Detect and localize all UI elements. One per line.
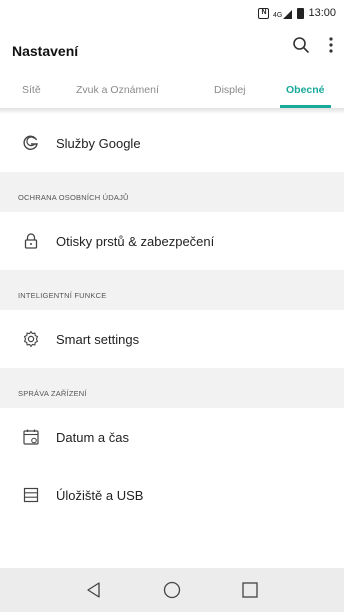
section-header-smart: INTELIGENTNÍ FUNKCE [0, 270, 344, 310]
list-item-storage[interactable]: Úložiště a USB [0, 466, 344, 524]
app-bar: Nastavení [0, 26, 344, 76]
page-title: Nastavení [12, 43, 79, 59]
navigation-bar [0, 568, 344, 612]
recents-icon[interactable] [241, 581, 259, 599]
list-item-label: Smart settings [56, 331, 140, 347]
tab-display[interactable]: Displej [214, 76, 246, 108]
tab-bar: Sítě Zvuk a Oznámení Displej Obecné [0, 76, 344, 108]
list-item-label: Datum a čas [56, 429, 129, 445]
search-icon[interactable] [292, 36, 310, 54]
tab-general[interactable]: Obecné [280, 76, 330, 108]
settings-list: Služby Google OCHRANA OSOBNÍCH ÚDAJŮ Oti… [0, 114, 344, 524]
tab-site[interactable]: Sítě [22, 76, 41, 108]
list-item-label: Úložiště a USB [56, 487, 144, 503]
google-icon [22, 134, 40, 152]
section-header-privacy: OCHRANA OSOBNÍCH ÚDAJŮ [0, 172, 344, 212]
status-time: 13:00 [308, 7, 336, 19]
calendar-icon [22, 428, 40, 446]
list-item-label: Otisky prstů & zabezpečení [56, 233, 215, 249]
tab-sound[interactable]: Zvuk a Oznámení [76, 76, 159, 108]
list-item-label: Služby Google [56, 135, 141, 151]
section-header-device: SPRÁVA ZAŘÍZENÍ [0, 368, 344, 408]
list-item-fingerprint[interactable]: Otisky prstů & zabezpečení [0, 212, 344, 270]
list-item-google[interactable]: Služby Google [0, 114, 344, 172]
nfc-icon: N [258, 7, 270, 19]
more-options-icon[interactable] [328, 36, 334, 54]
back-icon[interactable] [85, 581, 103, 599]
signal-icon: 4G [273, 8, 293, 19]
svg-text:4G: 4G [273, 12, 282, 19]
storage-icon [22, 486, 40, 504]
list-item-smart-settings[interactable]: Smart settings [0, 310, 344, 368]
gear-icon [22, 330, 40, 348]
lock-icon [22, 232, 40, 250]
battery-icon [297, 7, 305, 19]
list-item-datetime[interactable]: Datum a čas [0, 408, 344, 466]
home-icon[interactable] [162, 580, 182, 600]
status-bar: N 4G 13:00 [0, 0, 344, 26]
